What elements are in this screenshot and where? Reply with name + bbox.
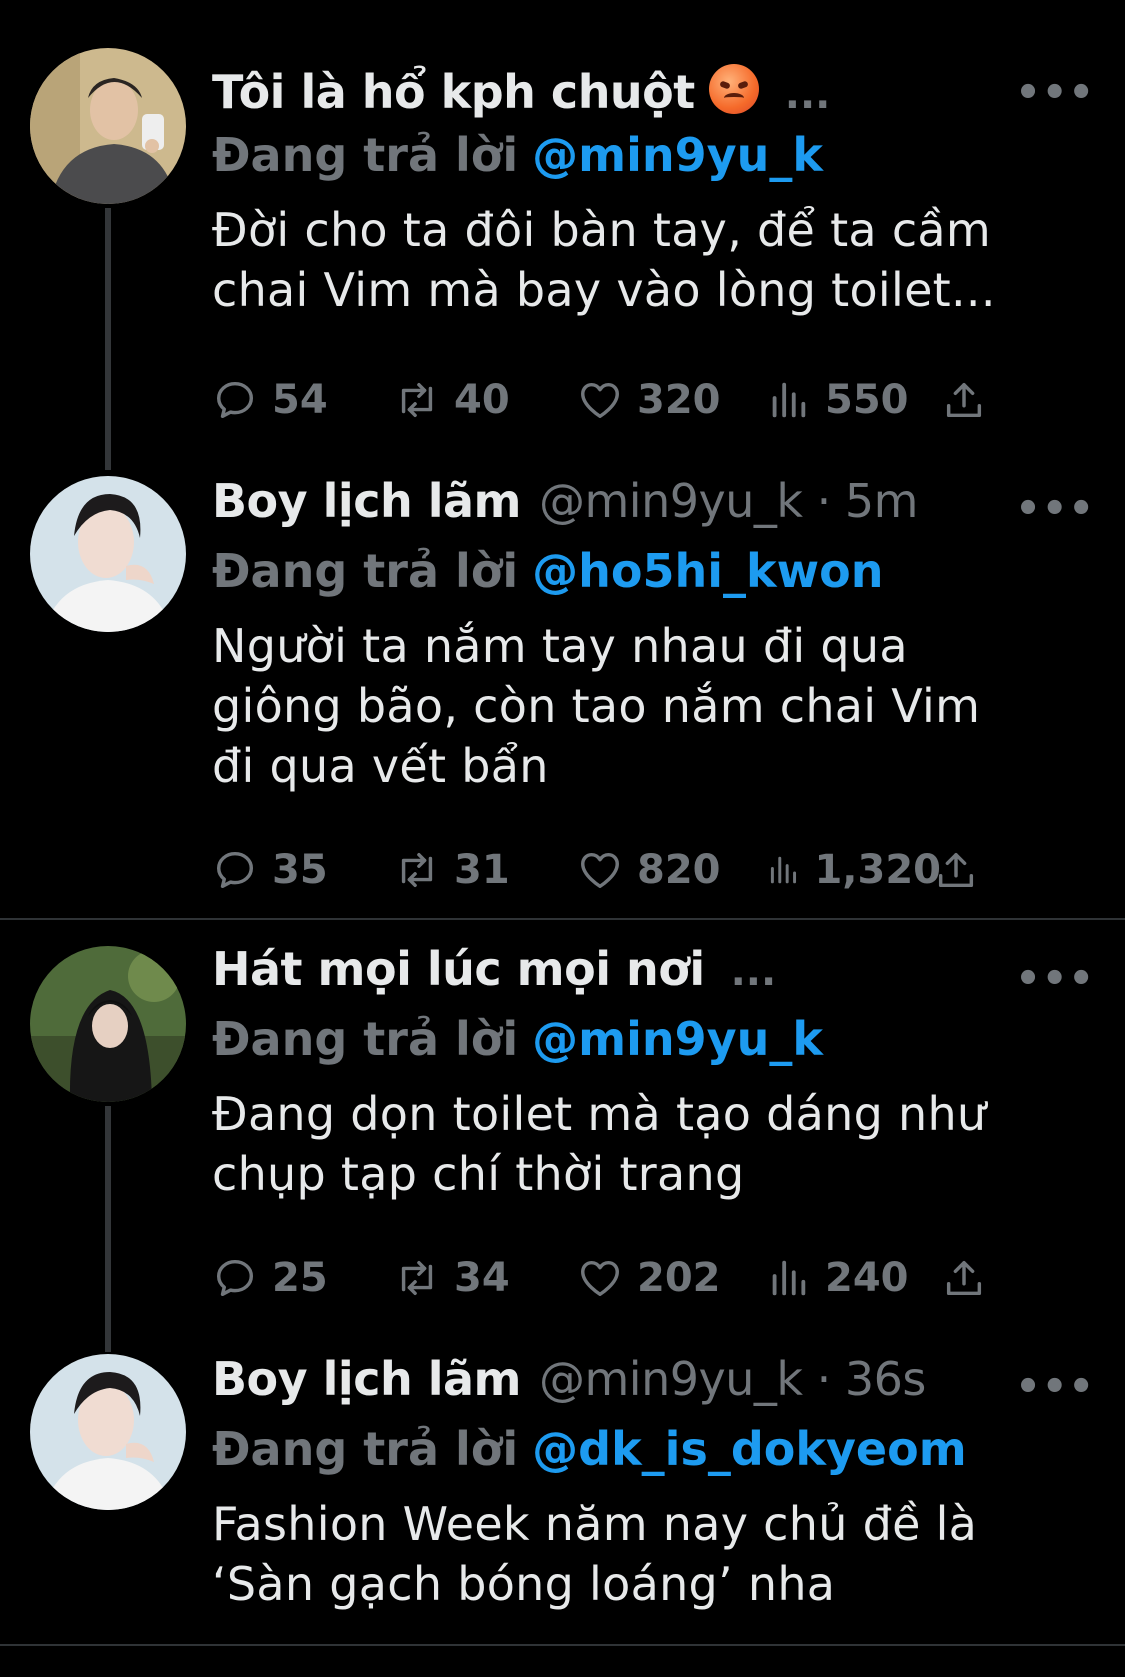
reply-button[interactable]: 54 bbox=[212, 377, 394, 423]
reply-icon bbox=[216, 851, 254, 889]
mention-link[interactable]: @min9yu_k bbox=[532, 1012, 823, 1066]
share-icon bbox=[938, 852, 974, 888]
reply-icon bbox=[216, 381, 254, 419]
reply-icon bbox=[216, 1259, 254, 1297]
divider bbox=[0, 1644, 1125, 1646]
handle-and-time[interactable]: @min9yu_k · 36s bbox=[539, 1352, 926, 1406]
display-name[interactable]: Tôi là hổ kph chuột bbox=[212, 65, 695, 119]
views-count: 1,320 bbox=[814, 847, 941, 893]
like-count: 202 bbox=[637, 1255, 721, 1301]
avatar-photo-2 bbox=[30, 476, 186, 632]
name-ellipsis: ... bbox=[784, 72, 831, 118]
like-count: 320 bbox=[637, 377, 721, 423]
replying-to: Đang trả lời @min9yu_k bbox=[212, 124, 1085, 186]
angry-face-emoji-icon bbox=[708, 64, 759, 114]
replying-to: Đang trả lời @min9yu_k bbox=[212, 1008, 1085, 1070]
reply-button[interactable]: 25 bbox=[212, 1255, 394, 1301]
divider bbox=[0, 918, 1125, 920]
tweet-text: Fashion Week năm nay chủ đề là ‘Sàn gạch… bbox=[212, 1497, 978, 1611]
tweet-actions: 54 40 320 550 bbox=[212, 370, 1001, 430]
views-icon bbox=[770, 856, 797, 884]
retweet-icon bbox=[401, 382, 433, 418]
like-button[interactable]: 820 bbox=[577, 847, 765, 893]
more-options-icon[interactable]: ••• bbox=[1015, 956, 1095, 1002]
avatar[interactable] bbox=[30, 1354, 186, 1510]
tweet-actions: 25 34 202 240 bbox=[212, 1248, 1001, 1308]
retweet-icon bbox=[401, 1260, 433, 1296]
avatar-photo-3 bbox=[30, 946, 186, 1102]
thread-line bbox=[105, 1106, 111, 1352]
retweet-button[interactable]: 31 bbox=[394, 847, 577, 893]
heart-icon bbox=[581, 852, 619, 889]
replying-to: Đang trả lời @dk_is_dokyeom bbox=[212, 1418, 1085, 1480]
display-name[interactable]: Boy lịch lãm bbox=[212, 474, 521, 528]
replying-to-label: Đang trả lời bbox=[212, 128, 519, 182]
retweet-count: 31 bbox=[454, 847, 510, 893]
tweet-text: Người ta nắm tay nhau đi qua giông bão, … bbox=[212, 619, 981, 793]
share-icon bbox=[946, 382, 982, 418]
replying-to-label: Đang trả lời bbox=[212, 544, 519, 598]
like-button[interactable]: 202 bbox=[577, 1255, 765, 1301]
tweet-text: Đang dọn toilet mà tạo dáng như chụp tạp… bbox=[212, 1087, 987, 1201]
replying-to-label: Đang trả lời bbox=[212, 1012, 519, 1066]
reply-count: 25 bbox=[272, 1255, 328, 1301]
tweet-text: Đời cho ta đôi bàn tay, để ta cầm chai V… bbox=[212, 203, 996, 317]
avatar[interactable] bbox=[30, 946, 186, 1102]
share-button[interactable] bbox=[941, 377, 1001, 423]
reply-count: 54 bbox=[272, 377, 328, 423]
display-name[interactable]: Hát mọi lúc mọi nơi bbox=[212, 942, 705, 996]
avatar-photo-1 bbox=[30, 48, 186, 204]
retweet-button[interactable]: 34 bbox=[394, 1255, 577, 1301]
reply-count: 35 bbox=[272, 847, 328, 893]
more-options-icon[interactable]: ••• bbox=[1015, 1364, 1095, 1410]
display-name[interactable]: Boy lịch lãm bbox=[212, 1352, 521, 1406]
retweet-count: 40 bbox=[454, 377, 510, 423]
like-button[interactable]: 320 bbox=[577, 377, 765, 423]
replying-to-label: Đang trả lời bbox=[212, 1422, 519, 1476]
views-button[interactable]: 1,320 bbox=[765, 847, 941, 893]
heart-icon bbox=[581, 1260, 619, 1297]
tweet-actions: 35 31 820 1,320 bbox=[212, 840, 993, 900]
heart-icon bbox=[581, 382, 619, 419]
retweet-icon bbox=[401, 852, 433, 888]
avatar-photo-4 bbox=[30, 1354, 186, 1510]
share-icon bbox=[946, 1260, 982, 1296]
name-ellipsis: ... bbox=[730, 949, 777, 995]
share-button[interactable] bbox=[933, 847, 993, 893]
more-options-icon[interactable]: ••• bbox=[1015, 70, 1095, 116]
views-count: 550 bbox=[825, 377, 909, 423]
mention-link[interactable]: @ho5hi_kwon bbox=[532, 544, 883, 598]
retweet-button[interactable]: 40 bbox=[394, 377, 577, 423]
views-button[interactable]: 240 bbox=[765, 1255, 941, 1301]
views-button[interactable]: 550 bbox=[765, 377, 941, 423]
thread-line bbox=[105, 208, 111, 470]
retweet-count: 34 bbox=[454, 1255, 510, 1301]
like-count: 820 bbox=[637, 847, 721, 893]
avatar[interactable] bbox=[30, 476, 186, 632]
avatar[interactable] bbox=[30, 48, 186, 204]
replying-to: Đang trả lời @ho5hi_kwon bbox=[212, 540, 1085, 602]
mention-link[interactable]: @dk_is_dokyeom bbox=[532, 1422, 967, 1476]
views-count: 240 bbox=[825, 1255, 909, 1301]
reply-button[interactable]: 35 bbox=[212, 847, 394, 893]
share-button[interactable] bbox=[941, 1255, 1001, 1301]
views-icon bbox=[772, 382, 806, 418]
views-icon bbox=[772, 1260, 806, 1296]
handle-and-time[interactable]: @min9yu_k · 5m bbox=[539, 474, 918, 528]
mention-link[interactable]: @min9yu_k bbox=[532, 128, 823, 182]
more-options-icon[interactable]: ••• bbox=[1015, 486, 1095, 532]
